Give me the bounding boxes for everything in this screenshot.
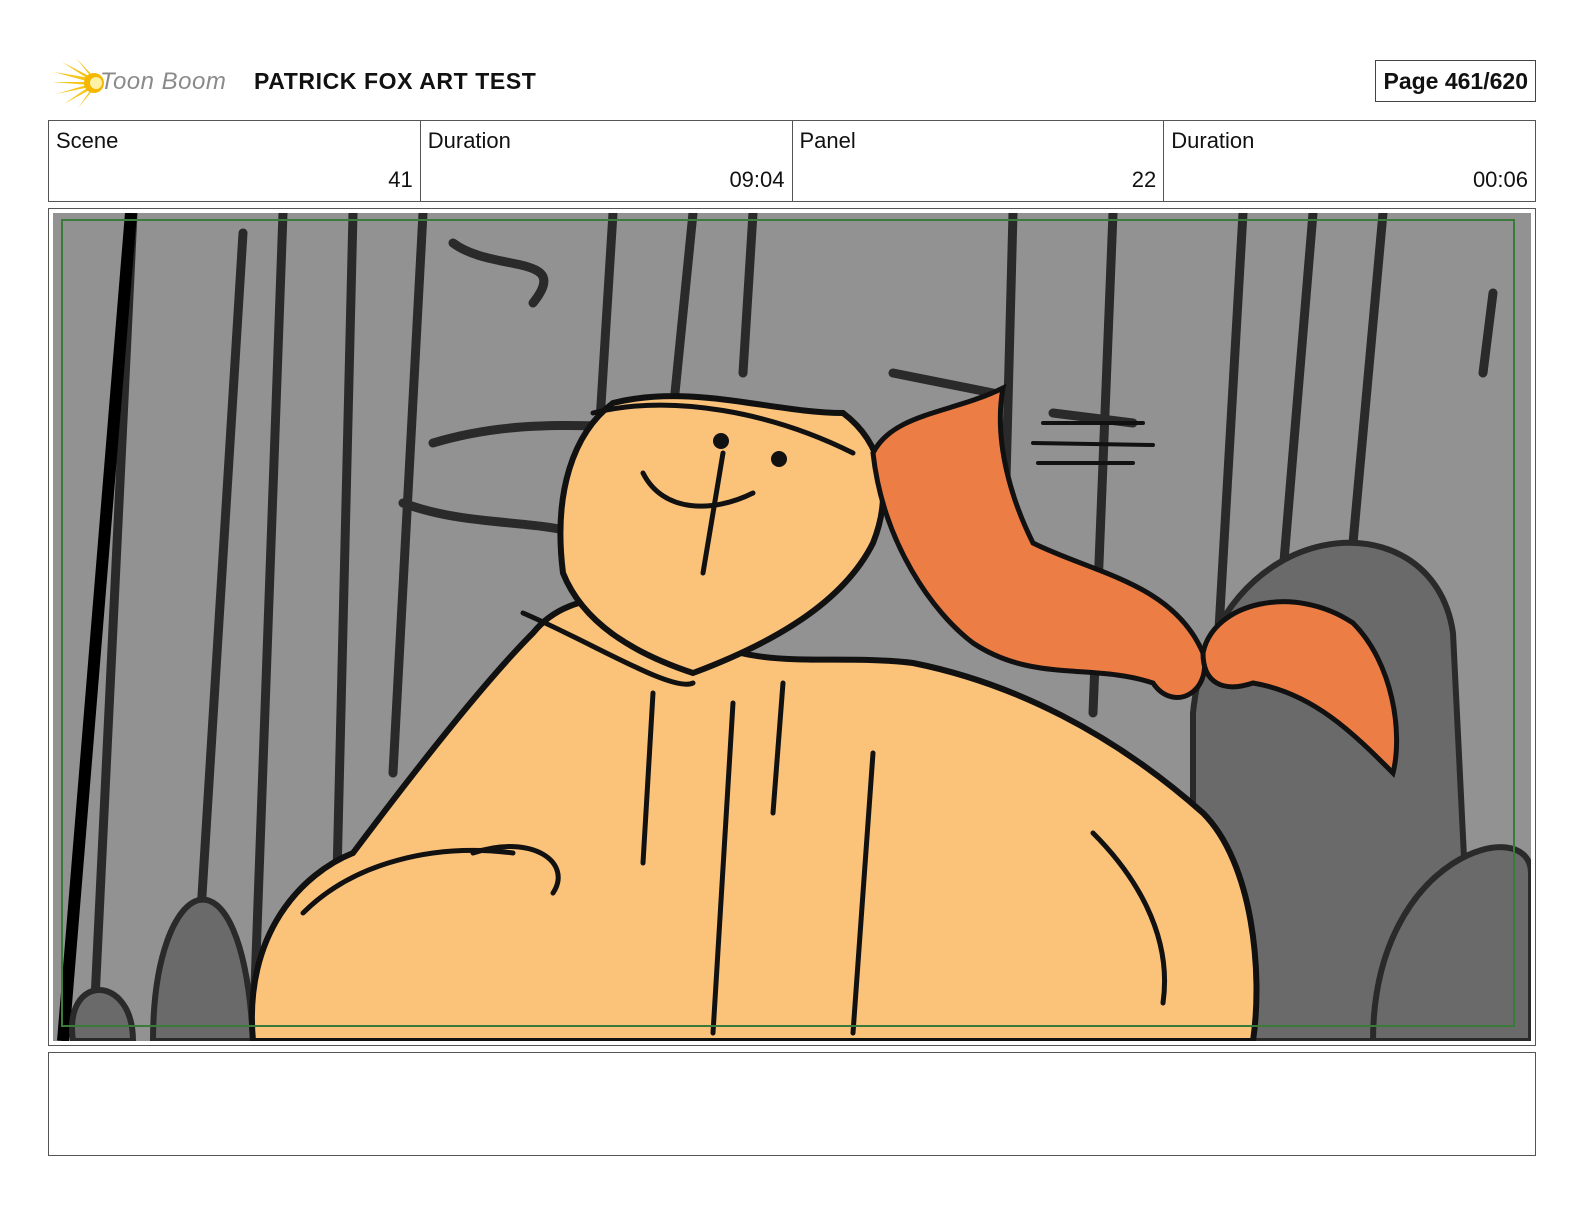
- panel-drawing: [53, 213, 1531, 1041]
- sunburst-icon: [52, 58, 104, 108]
- page-number: Page 461/620: [1375, 60, 1536, 102]
- panel-caption: [49, 1053, 1535, 1073]
- scene-label: Scene: [56, 128, 119, 153]
- scene-value: 41: [388, 167, 413, 192]
- panel-value: 22: [1131, 167, 1157, 192]
- panel-duration-value: 00:06: [1472, 167, 1528, 192]
- logo-text: Toon Boom: [100, 68, 227, 95]
- toon-boom-logo: Toon Boom: [50, 54, 240, 110]
- project-title: PATRICK FOX ART TEST: [254, 68, 537, 94]
- panel-label: Panel: [799, 128, 856, 153]
- panel-cell: Panel 22: [793, 121, 1165, 201]
- panel-duration-label: Duration: [1171, 128, 1255, 153]
- scene-duration-value: 09:04: [729, 167, 785, 192]
- scene-info-table: Scene 41 Duration 09:04 Panel 22 Duratio…: [48, 120, 1536, 202]
- scene-duration-label: Duration: [427, 128, 511, 153]
- sketch-illustration: [53, 213, 1531, 1041]
- storyboard-panel: [48, 208, 1536, 1046]
- scene-cell: Scene 41: [49, 121, 421, 201]
- panel-caption-box: [48, 1052, 1536, 1156]
- panel-duration-cell: Duration 00:06: [1164, 121, 1535, 201]
- scene-duration-cell: Duration 09:04: [421, 121, 793, 201]
- storyboard-header: Toon Boom PATRICK FOX ART TEST Page 461/…: [48, 52, 1536, 112]
